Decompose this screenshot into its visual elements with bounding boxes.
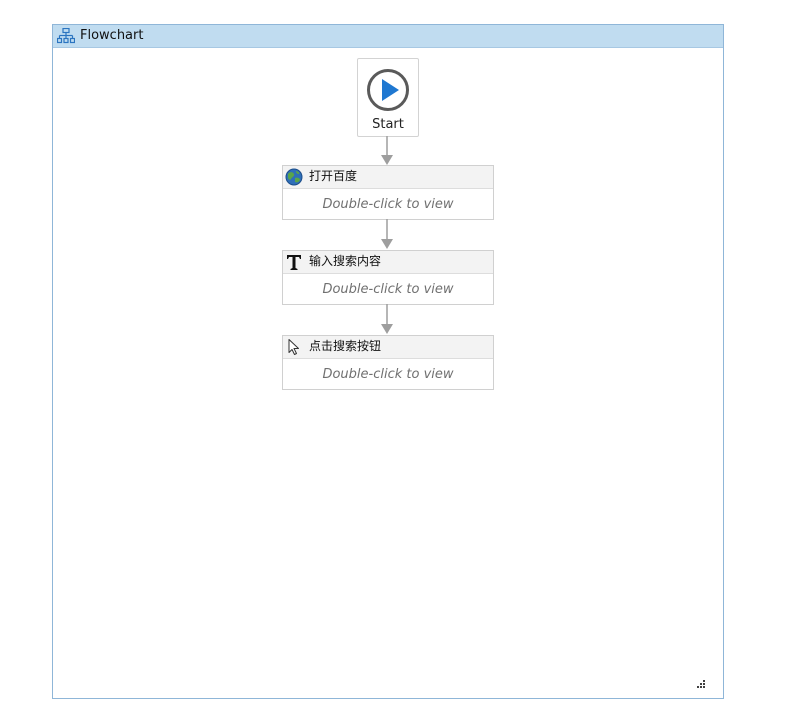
flowchart-icon	[57, 28, 75, 44]
activity-click-search[interactable]: 点击搜索按钮 Double-click to view	[282, 335, 494, 390]
activity-title: 点击搜索按钮	[309, 339, 382, 353]
type-text-icon	[287, 255, 301, 270]
activity-header: 点击搜索按钮	[283, 336, 493, 359]
activity-header: 打开百度	[283, 166, 493, 189]
flowchart-header[interactable]: Flowchart	[53, 25, 723, 48]
start-node[interactable]: Start	[357, 58, 419, 137]
activity-header: 输入搜索内容	[283, 251, 493, 274]
globe-icon	[285, 168, 303, 186]
activity-hint: Double-click to view	[322, 282, 454, 297]
activity-type-search[interactable]: 输入搜索内容 Double-click to view	[282, 250, 494, 305]
activity-open-baidu[interactable]: 打开百度 Double-click to view	[282, 165, 494, 220]
flowchart-panel: Flowchart Start 打开百度 Double-click to vie…	[52, 24, 724, 699]
connector-arrow	[381, 219, 393, 249]
connector-arrow	[381, 136, 393, 165]
mouse-pointer-icon	[288, 339, 299, 355]
activity-hint: Double-click to view	[322, 197, 454, 212]
connector-arrow	[381, 304, 393, 334]
start-label: Start	[372, 117, 404, 132]
activity-title: 打开百度	[309, 169, 358, 183]
play-circle-icon	[367, 69, 409, 111]
activity-title: 输入搜索内容	[309, 254, 382, 268]
flowchart-title: Flowchart	[80, 28, 144, 43]
activity-hint: Double-click to view	[322, 367, 454, 382]
resize-grip-icon[interactable]	[695, 680, 707, 692]
